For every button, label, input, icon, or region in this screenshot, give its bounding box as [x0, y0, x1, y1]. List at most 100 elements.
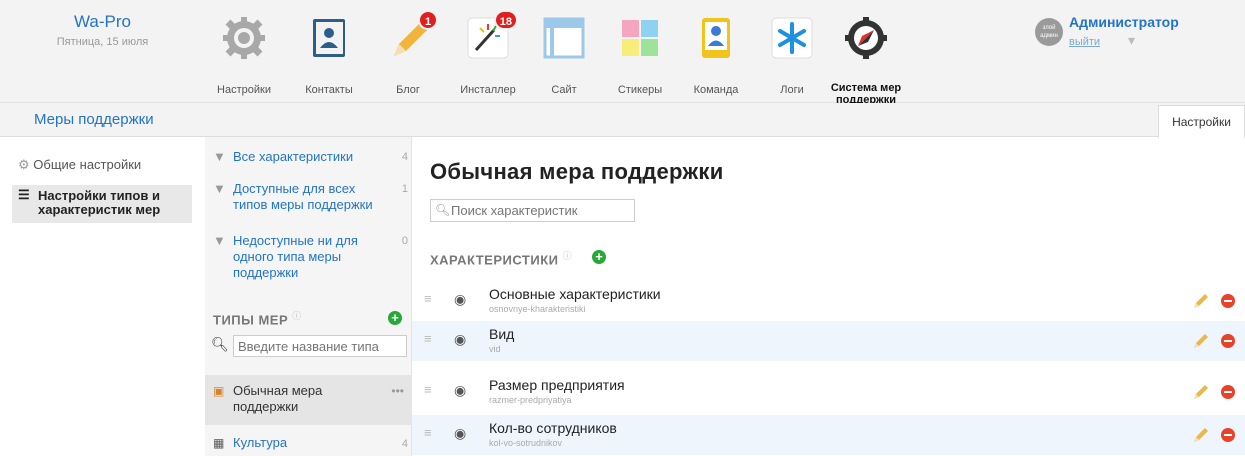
type-search-input[interactable] [233, 335, 407, 357]
app-stickers[interactable]: Стикеры [604, 0, 676, 103]
table-row[interactable]: ≡ ◉ Вид vid [412, 321, 1245, 361]
app-logs[interactable]: Логи [756, 0, 828, 103]
stickers-icon [622, 20, 658, 56]
eye-icon[interactable]: ◉ [454, 331, 466, 348]
characteristic-name: Размер предприятия [489, 377, 625, 393]
edit-icon[interactable] [1192, 292, 1210, 310]
characteristic-name: Вид [489, 326, 515, 342]
app-label: Блог [396, 84, 420, 96]
table-row[interactable]: ≡ ◉ Размер предприятия razmer-predpriyat… [412, 372, 1245, 412]
eye-icon[interactable]: ◉ [454, 291, 466, 308]
compass-icon [845, 17, 887, 59]
sidebar-item-label: Настройки типов и характеристик мер [38, 188, 161, 217]
type-count: 4 [401, 438, 408, 450]
delete-icon[interactable] [1221, 428, 1235, 442]
main-content: Обычная мера поддержки 🔍︎ ХАРАКТЕРИСТИКИ… [412, 137, 1245, 456]
app-support-measures[interactable]: Система мер поддержки [826, 0, 906, 106]
characteristic-code: kol-vo-sotrudnikov [489, 438, 563, 448]
app-label: Контакты [305, 84, 353, 96]
edit-icon[interactable] [1192, 332, 1210, 350]
eye-icon[interactable]: ◉ [454, 425, 466, 442]
sidebar-item-types[interactable]: ☰ Настройки типов и характеристик мер [12, 185, 192, 223]
logs-icon [771, 17, 813, 59]
app-installer[interactable]: 18 Инсталлер [452, 0, 524, 103]
brand-name[interactable]: Wa-Pro [0, 12, 205, 32]
chevron-down-icon[interactable]: ▾ [1128, 32, 1135, 49]
sidebar-item-label: Общие настройки [33, 157, 142, 172]
type-label: Культура [233, 435, 288, 450]
search-icon: 🔍︎ [435, 203, 451, 217]
type-search: 🔍︎ [211, 335, 407, 357]
add-type-button[interactable]: + [388, 311, 402, 325]
type-label: Обычная мера поддержки [233, 383, 323, 414]
user-name[interactable]: Администратор [1069, 14, 1179, 30]
drag-handle-icon[interactable]: ≡ [424, 291, 432, 306]
filter-label: Все характеристики [233, 149, 354, 164]
filter-count: 4 [401, 151, 408, 163]
add-characteristic-button[interactable]: + [592, 250, 606, 264]
type-title: Обычная мера поддержки [430, 159, 724, 184]
delete-icon[interactable] [1221, 385, 1235, 399]
type-item[interactable]: ▣ Обычная мера поддержки ••• [205, 375, 412, 425]
more-icon[interactable]: ••• [391, 383, 404, 399]
delete-icon[interactable] [1221, 334, 1235, 348]
page-title[interactable]: Меры поддержки [34, 111, 154, 128]
section-header: Меры поддержки Настройки [0, 103, 1245, 138]
characteristics-heading: ХАРАКТЕРИСТИКИ ⓘ [430, 251, 573, 268]
sidebar-item-general[interactable]: ⚙ Общие настройки [18, 157, 141, 173]
search-icon: 🔍︎ [211, 336, 229, 352]
app-label: Инсталлер [460, 84, 516, 96]
filter-label: Недоступные ни для одного типа меры подд… [233, 233, 358, 280]
drag-handle-icon[interactable]: ≡ [424, 382, 432, 397]
settings-sidebar: ⚙ Общие настройки ☰ Настройки типов и ха… [0, 137, 205, 456]
clapperboard-icon: ▦ [213, 436, 225, 450]
drag-handle-icon[interactable]: ≡ [424, 425, 432, 440]
filter-icon: ▼ [213, 233, 226, 248]
type-item[interactable]: ▦ Культура 4 [205, 433, 412, 456]
filter-icon: ▼ [213, 149, 226, 164]
types-heading: ТИПЫ МЕР ⓘ [213, 311, 302, 328]
avatar[interactable]: злой админ [1035, 18, 1063, 46]
characteristic-code: osnovnye-kharakteristiki [489, 304, 586, 314]
app-settings[interactable]: Настройки [208, 0, 280, 103]
app-team[interactable]: Команда [680, 0, 752, 103]
drag-handle-icon[interactable]: ≡ [424, 331, 432, 346]
filter-count: 0 [401, 235, 408, 247]
characteristic-search-input[interactable] [451, 200, 631, 221]
notification-badge: 1 [418, 10, 438, 30]
table-row[interactable]: ≡ ◉ Основные характеристики osnovnye-kha… [412, 281, 1245, 321]
edit-icon[interactable] [1192, 383, 1210, 401]
app-label: Стикеры [617, 84, 663, 96]
eye-icon[interactable]: ◉ [454, 382, 466, 399]
box-icon: ▣ [213, 384, 225, 398]
edit-icon[interactable] [1192, 426, 1210, 444]
team-icon [702, 18, 730, 58]
filter-label: Доступные для всех типов меры поддержки [233, 181, 373, 212]
app-site[interactable]: Сайт [528, 0, 600, 103]
app-label: Сайт [551, 84, 577, 96]
gear-icon [223, 17, 265, 59]
characteristic-search: 🔍︎ [430, 199, 635, 222]
table-row[interactable]: ≡ ◉ Кол-во сотрудников kol-vo-sotrudniko… [412, 415, 1245, 455]
site-icon [543, 17, 585, 59]
contacts-icon [313, 19, 345, 57]
app-label: Настройки [217, 84, 271, 96]
app-label: Логи [780, 84, 804, 96]
app-contacts[interactable]: Контакты [293, 0, 365, 103]
app-blog[interactable]: 1 Блог [372, 0, 444, 103]
gears-icon: ⚙ [18, 157, 30, 172]
tab-settings[interactable]: Настройки [1158, 105, 1245, 138]
delete-icon[interactable] [1221, 294, 1235, 308]
characteristic-name: Основные характеристики [489, 286, 661, 302]
filter-icon: ▼ [213, 181, 226, 196]
brand[interactable]: Wa-Pro Пятница, 15 июля [0, 12, 205, 48]
characteristic-name: Кол-во сотрудников [489, 420, 617, 436]
characteristic-code: razmer-predpriyatiya [489, 395, 572, 405]
filter-panel: ▼ Все характеристики 4 ▼ Доступные для в… [205, 137, 412, 456]
top-bar: Wa-Pro Пятница, 15 июля Настройки Контак… [0, 0, 1245, 106]
list-icon: ☰ [18, 187, 30, 202]
info-icon: ⓘ [292, 311, 302, 321]
filter-count: 1 [401, 183, 408, 195]
logout-link[interactable]: выйти [1069, 36, 1100, 48]
notification-badge: 18 [493, 10, 518, 30]
